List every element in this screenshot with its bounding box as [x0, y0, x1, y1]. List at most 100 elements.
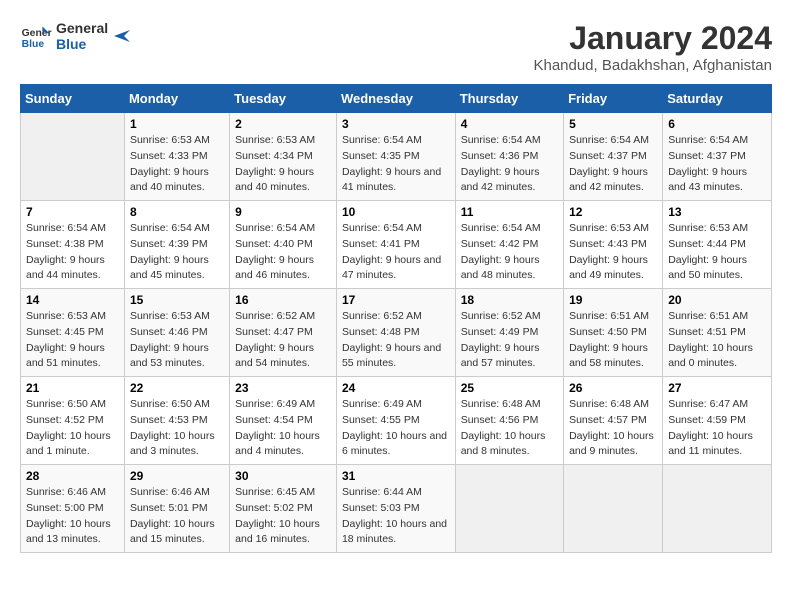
- day-detail: Sunrise: 6:52 AMSunset: 4:49 PMDaylight:…: [461, 309, 558, 372]
- day-detail: Sunrise: 6:53 AMSunset: 4:34 PMDaylight:…: [235, 133, 331, 196]
- day-detail: Sunrise: 6:53 AMSunset: 4:33 PMDaylight:…: [130, 133, 224, 196]
- day-detail: Sunrise: 6:54 AMSunset: 4:38 PMDaylight:…: [26, 221, 119, 284]
- day-number: 10: [342, 205, 450, 219]
- day-cell: 31 Sunrise: 6:44 AMSunset: 5:03 PMDayligh…: [336, 465, 455, 553]
- day-detail: Sunrise: 6:49 AMSunset: 4:55 PMDaylight:…: [342, 397, 450, 460]
- day-detail: Sunrise: 6:47 AMSunset: 4:59 PMDaylight:…: [668, 397, 766, 460]
- day-cell: 21 Sunrise: 6:50 AMSunset: 4:52 PMDayligh…: [21, 377, 125, 465]
- day-number: 27: [668, 381, 766, 395]
- day-cell: 7 Sunrise: 6:54 AMSunset: 4:38 PMDaylight…: [21, 201, 125, 289]
- day-detail: Sunrise: 6:44 AMSunset: 5:03 PMDaylight:…: [342, 485, 450, 548]
- title-block: January 2024 Khandud, Badakhshan, Afghan…: [533, 20, 772, 74]
- day-cell: 30 Sunrise: 6:45 AMSunset: 5:02 PMDayligh…: [230, 465, 337, 553]
- day-number: 14: [26, 293, 119, 307]
- day-cell: 27 Sunrise: 6:47 AMSunset: 4:59 PMDayligh…: [663, 377, 772, 465]
- day-number: 26: [569, 381, 657, 395]
- day-cell: 19 Sunrise: 6:51 AMSunset: 4:50 PMDayligh…: [564, 289, 663, 377]
- day-number: 20: [668, 293, 766, 307]
- day-number: 15: [130, 293, 224, 307]
- day-cell: 25Sunrise: 6:48 AMSunset: 4:56 PMDayligh…: [455, 377, 563, 465]
- day-header-sunday: Sunday: [21, 85, 125, 113]
- day-detail: Sunrise: 6:53 AMSunset: 4:43 PMDaylight:…: [569, 221, 657, 284]
- day-detail: Sunrise: 6:46 AMSunset: 5:00 PMDaylight:…: [26, 485, 119, 548]
- week-row-5: 28 Sunrise: 6:46 AMSunset: 5:00 PMDayligh…: [21, 465, 772, 553]
- day-cell: 11Sunrise: 6:54 AMSunset: 4:42 PMDayligh…: [455, 201, 563, 289]
- day-detail: Sunrise: 6:53 AMSunset: 4:46 PMDaylight:…: [130, 309, 224, 372]
- calendar-table: SundayMondayTuesdayWednesdayThursdayFrid…: [20, 84, 772, 553]
- day-cell: 20Sunrise: 6:51 AMSunset: 4:51 PMDayligh…: [663, 289, 772, 377]
- day-detail: Sunrise: 6:54 AMSunset: 4:36 PMDaylight:…: [461, 133, 558, 196]
- day-detail: Sunrise: 6:48 AMSunset: 4:56 PMDaylight:…: [461, 397, 558, 460]
- day-detail: Sunrise: 6:54 AMSunset: 4:40 PMDaylight:…: [235, 221, 331, 284]
- day-cell: 17 Sunrise: 6:52 AMSunset: 4:48 PMDayligh…: [336, 289, 455, 377]
- day-header-thursday: Thursday: [455, 85, 563, 113]
- day-number: 28: [26, 469, 119, 483]
- day-number: 31: [342, 469, 450, 483]
- day-number: 24: [342, 381, 450, 395]
- day-cell: [663, 465, 772, 553]
- page-header: General Blue General Blue January 2024 K…: [20, 20, 772, 74]
- day-number: 1: [130, 117, 224, 131]
- day-cell: 5Sunrise: 6:54 AMSunset: 4:37 PMDaylight…: [564, 113, 663, 201]
- day-number: 23: [235, 381, 331, 395]
- day-cell: 22Sunrise: 6:50 AMSunset: 4:53 PMDayligh…: [124, 377, 229, 465]
- day-number: 16: [235, 293, 331, 307]
- day-detail: Sunrise: 6:45 AMSunset: 5:02 PMDaylight:…: [235, 485, 331, 548]
- day-number: 21: [26, 381, 119, 395]
- day-cell: 15 Sunrise: 6:53 AMSunset: 4:46 PMDayligh…: [124, 289, 229, 377]
- day-number: 13: [668, 205, 766, 219]
- week-row-1: 1 Sunrise: 6:53 AMSunset: 4:33 PMDaylight…: [21, 113, 772, 201]
- day-cell: 6 Sunrise: 6:54 AMSunset: 4:37 PMDaylight…: [663, 113, 772, 201]
- day-number: 2: [235, 117, 331, 131]
- day-detail: Sunrise: 6:53 AMSunset: 4:44 PMDaylight:…: [668, 221, 766, 284]
- day-cell: 26Sunrise: 6:48 AMSunset: 4:57 PMDayligh…: [564, 377, 663, 465]
- day-cell: [564, 465, 663, 553]
- day-detail: Sunrise: 6:52 AMSunset: 4:48 PMDaylight:…: [342, 309, 450, 372]
- logo-arrow-icon: [112, 26, 132, 46]
- day-number: 19: [569, 293, 657, 307]
- day-cell: 1 Sunrise: 6:53 AMSunset: 4:33 PMDaylight…: [124, 113, 229, 201]
- day-header-friday: Friday: [564, 85, 663, 113]
- day-header-tuesday: Tuesday: [230, 85, 337, 113]
- svg-text:Blue: Blue: [22, 39, 45, 50]
- day-detail: Sunrise: 6:54 AMSunset: 4:41 PMDaylight:…: [342, 221, 450, 284]
- day-detail: Sunrise: 6:46 AMSunset: 5:01 PMDaylight:…: [130, 485, 224, 548]
- logo-icon: General Blue: [20, 20, 52, 52]
- day-cell: 13 Sunrise: 6:53 AMSunset: 4:44 PMDayligh…: [663, 201, 772, 289]
- day-number: 7: [26, 205, 119, 219]
- day-number: 12: [569, 205, 657, 219]
- day-cell: 14 Sunrise: 6:53 AMSunset: 4:45 PMDayligh…: [21, 289, 125, 377]
- day-number: 8: [130, 205, 224, 219]
- day-detail: Sunrise: 6:52 AMSunset: 4:47 PMDaylight:…: [235, 309, 331, 372]
- day-detail: Sunrise: 6:51 AMSunset: 4:50 PMDaylight:…: [569, 309, 657, 372]
- day-number: 22: [130, 381, 224, 395]
- day-header-wednesday: Wednesday: [336, 85, 455, 113]
- day-cell: 18 Sunrise: 6:52 AMSunset: 4:49 PMDayligh…: [455, 289, 563, 377]
- week-row-2: 7 Sunrise: 6:54 AMSunset: 4:38 PMDaylight…: [21, 201, 772, 289]
- day-cell: 4Sunrise: 6:54 AMSunset: 4:36 PMDaylight…: [455, 113, 563, 201]
- day-number: 30: [235, 469, 331, 483]
- day-detail: Sunrise: 6:54 AMSunset: 4:35 PMDaylight:…: [342, 133, 450, 196]
- day-detail: Sunrise: 6:53 AMSunset: 4:45 PMDaylight:…: [26, 309, 119, 372]
- day-cell: 23Sunrise: 6:49 AMSunset: 4:54 PMDayligh…: [230, 377, 337, 465]
- day-detail: Sunrise: 6:50 AMSunset: 4:52 PMDaylight:…: [26, 397, 119, 460]
- day-number: 18: [461, 293, 558, 307]
- day-cell: 29Sunrise: 6:46 AMSunset: 5:01 PMDayligh…: [124, 465, 229, 553]
- day-number: 3: [342, 117, 450, 131]
- day-detail: Sunrise: 6:54 AMSunset: 4:39 PMDaylight:…: [130, 221, 224, 284]
- week-row-3: 14 Sunrise: 6:53 AMSunset: 4:45 PMDayligh…: [21, 289, 772, 377]
- day-number: 6: [668, 117, 766, 131]
- day-number: 17: [342, 293, 450, 307]
- day-detail: Sunrise: 6:54 AMSunset: 4:37 PMDaylight:…: [569, 133, 657, 196]
- day-cell: 2 Sunrise: 6:53 AMSunset: 4:34 PMDaylight…: [230, 113, 337, 201]
- day-detail: Sunrise: 6:54 AMSunset: 4:37 PMDaylight:…: [668, 133, 766, 196]
- day-header-monday: Monday: [124, 85, 229, 113]
- day-cell: 3 Sunrise: 6:54 AMSunset: 4:35 PMDaylight…: [336, 113, 455, 201]
- logo-blue: Blue: [56, 36, 108, 52]
- day-cell: 9 Sunrise: 6:54 AMSunset: 4:40 PMDaylight…: [230, 201, 337, 289]
- week-row-4: 21 Sunrise: 6:50 AMSunset: 4:52 PMDayligh…: [21, 377, 772, 465]
- day-number: 11: [461, 205, 558, 219]
- logo: General Blue General Blue: [20, 20, 132, 52]
- day-number: 9: [235, 205, 331, 219]
- day-cell: 16 Sunrise: 6:52 AMSunset: 4:47 PMDayligh…: [230, 289, 337, 377]
